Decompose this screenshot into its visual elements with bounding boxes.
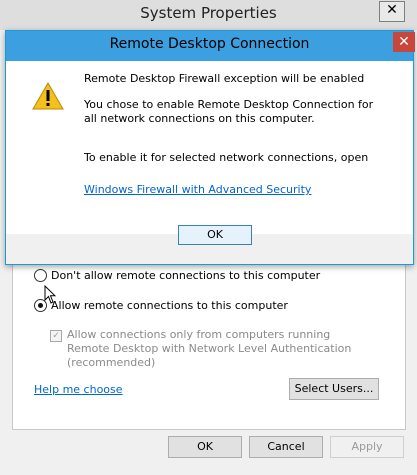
cancel-button[interactable]: Cancel [249,436,323,458]
system-properties-close-button[interactable]: ✕ [379,1,405,22]
dialog-body [6,61,413,234]
help-me-choose-link[interactable]: Help me choose [34,383,123,396]
remote-desktop-connection-dialog: Remote Desktop Connection ✕ Remote Deskt… [5,30,415,265]
select-users-button[interactable]: Select Users... [289,378,379,400]
system-properties-title: System Properties [140,4,277,22]
dialog-titlebar: Remote Desktop Connection ✕ [6,31,415,61]
nla-checkbox-label: Allow connections only from computers ru… [67,328,352,369]
warning-icon [32,81,64,110]
dialog-message-line: To enable it for selected network connec… [84,151,369,164]
apply-button[interactable]: Apply [330,436,404,458]
dialog-close-button[interactable]: ✕ [393,32,415,52]
dialog-message-heading: Remote Desktop Firewall exception will b… [84,72,365,85]
radio-label: Don't allow remote connections to this c… [51,269,321,282]
radio-button[interactable] [34,269,47,282]
system-properties-titlebar: System Properties ✕ [0,0,417,30]
nla-checkbox[interactable]: ✓ [50,330,62,342]
nla-checkbox-row[interactable]: ✓ Allow connections only from computers … [50,328,362,370]
mouse-cursor-icon [44,285,56,304]
dialog-message-line: You chose to enable Remote Desktop Conne… [84,98,374,111]
dialog-ok-button[interactable]: OK [178,225,252,245]
radio-allow-remote[interactable]: Allow remote connections to this compute… [34,299,288,312]
dialog-title: Remote Desktop Connection [109,36,310,52]
ok-button[interactable]: OK [168,436,242,458]
radio-label: Allow remote connections to this compute… [51,299,288,312]
windows-firewall-link[interactable]: Windows Firewall with Advanced Security [84,183,311,196]
radio-dont-allow-remote[interactable]: Don't allow remote connections to this c… [34,269,320,282]
dialog-message-line: all network connections on this computer… [84,112,315,125]
